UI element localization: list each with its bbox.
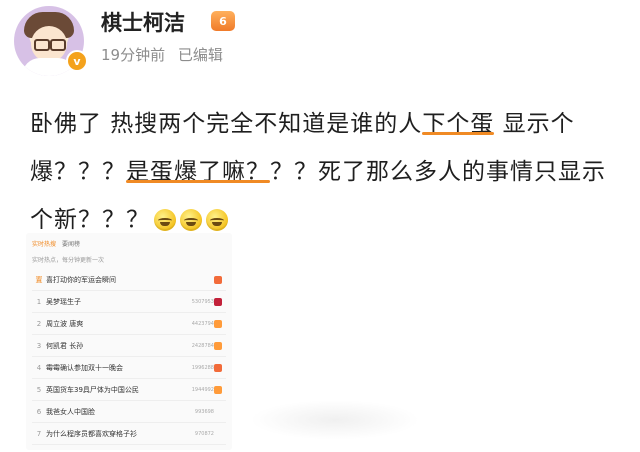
row-tag-icon: [214, 363, 222, 372]
avatar-glasses-right: [50, 39, 66, 51]
row-title: 喜打动你的军运会瞬间: [46, 275, 116, 284]
table-row: 3 何凯君 长孙 2428784: [32, 335, 226, 357]
row-tag-icon: [214, 319, 222, 328]
row-rank: 置: [35, 275, 43, 284]
vip-level-icon[interactable]: 6: [211, 11, 235, 31]
row-count: 5307953: [191, 298, 214, 305]
row-count: 1996288: [191, 364, 214, 371]
row-count: 2428784: [191, 342, 214, 349]
grin-emoji-icon: [154, 209, 176, 231]
row-tag-icon: [214, 430, 222, 438]
post-text: 卧佛了 热搜两个完全不知道是谁的人下个蛋 显示个爆？？？是蛋爆了嘛？？？死了那么…: [30, 100, 620, 244]
hot-search-tabs: 实时热搜 要闻榜: [32, 239, 80, 249]
avatar-glasses-left: [34, 39, 50, 51]
row-rank: 5: [36, 385, 42, 394]
highlighted-phrase-1: 下个蛋: [422, 111, 495, 137]
grin-emoji-icon: [180, 209, 202, 231]
row-title: 霉霉确认参加双十一晚会: [46, 363, 123, 372]
row-rank: 2: [36, 319, 42, 328]
row-rank: 3: [36, 341, 42, 350]
tab-realtime: 实时热搜: [32, 241, 57, 248]
table-row: 7 为什么程序员都喜欢穿格子衫 970872: [32, 423, 226, 445]
table-row: 4 霉霉确认参加双十一晚会 1996288: [32, 357, 226, 379]
row-tag-icon: [214, 341, 222, 350]
row-title: 何凯君 长孙: [46, 341, 84, 350]
row-title: 英国货车39具尸体为中国公民: [46, 385, 139, 394]
hot-search-list: 置喜打动你的军运会瞬间 1 吴梦瑶生子 5307953 2 周立波 唐爽 4423794 3 何…: [32, 269, 226, 445]
tab-news: 要闻榜: [62, 241, 81, 248]
row-rank: 4: [36, 363, 42, 372]
table-row: 2 周立波 唐爽 4423794: [32, 313, 226, 335]
blur-artifact: [250, 400, 420, 440]
row-rank: 7: [36, 429, 42, 438]
hot-search-note: 实时热点，每分钟更新一次: [32, 257, 105, 264]
table-row: 6 我爸女人中国脸 993698: [32, 401, 226, 423]
row-title: 我爸女人中国脸: [46, 407, 95, 416]
row-count: 1944992: [191, 386, 214, 393]
post-time: 19分钟前: [101, 46, 166, 64]
row-count: 993698: [194, 408, 214, 415]
row-tag-icon: [214, 297, 222, 306]
highlighted-phrase-2: 是蛋爆了嘛？: [126, 159, 270, 185]
row-rank: 6: [36, 407, 42, 416]
row-tag-icon: [214, 385, 222, 394]
row-tag-icon: [214, 275, 222, 284]
row-title: 吴梦瑶生子: [46, 297, 81, 306]
username[interactable]: 棋士柯洁: [101, 7, 185, 37]
row-count: 970872: [194, 430, 214, 437]
table-row: 1 吴梦瑶生子 5307953: [32, 291, 226, 313]
row-count: 4423794: [191, 320, 214, 327]
row-title: 周立波 唐爽: [46, 319, 84, 328]
hot-search-screenshot[interactable]: 实时热搜 要闻榜 实时热点，每分钟更新一次 置喜打动你的军运会瞬间 1 吴梦瑶生子 5…: [26, 233, 232, 450]
post-text-part-1: 卧佛了 热搜两个完全不知道是谁的人: [30, 111, 423, 137]
edited-label[interactable]: 已编辑: [178, 46, 223, 64]
grin-emoji-icon: [206, 209, 228, 231]
verified-badge-icon: v: [66, 50, 88, 72]
table-row: 5 英国货车39具尸体为中国公民 1944992: [32, 379, 226, 401]
row-rank: 1: [36, 297, 42, 306]
post-meta: 19分钟前 已编辑: [101, 44, 231, 65]
row-title: 为什么程序员都喜欢穿格子衫: [46, 429, 137, 438]
table-row: 置喜打动你的军运会瞬间: [32, 269, 226, 291]
row-tag-icon: [214, 408, 222, 416]
